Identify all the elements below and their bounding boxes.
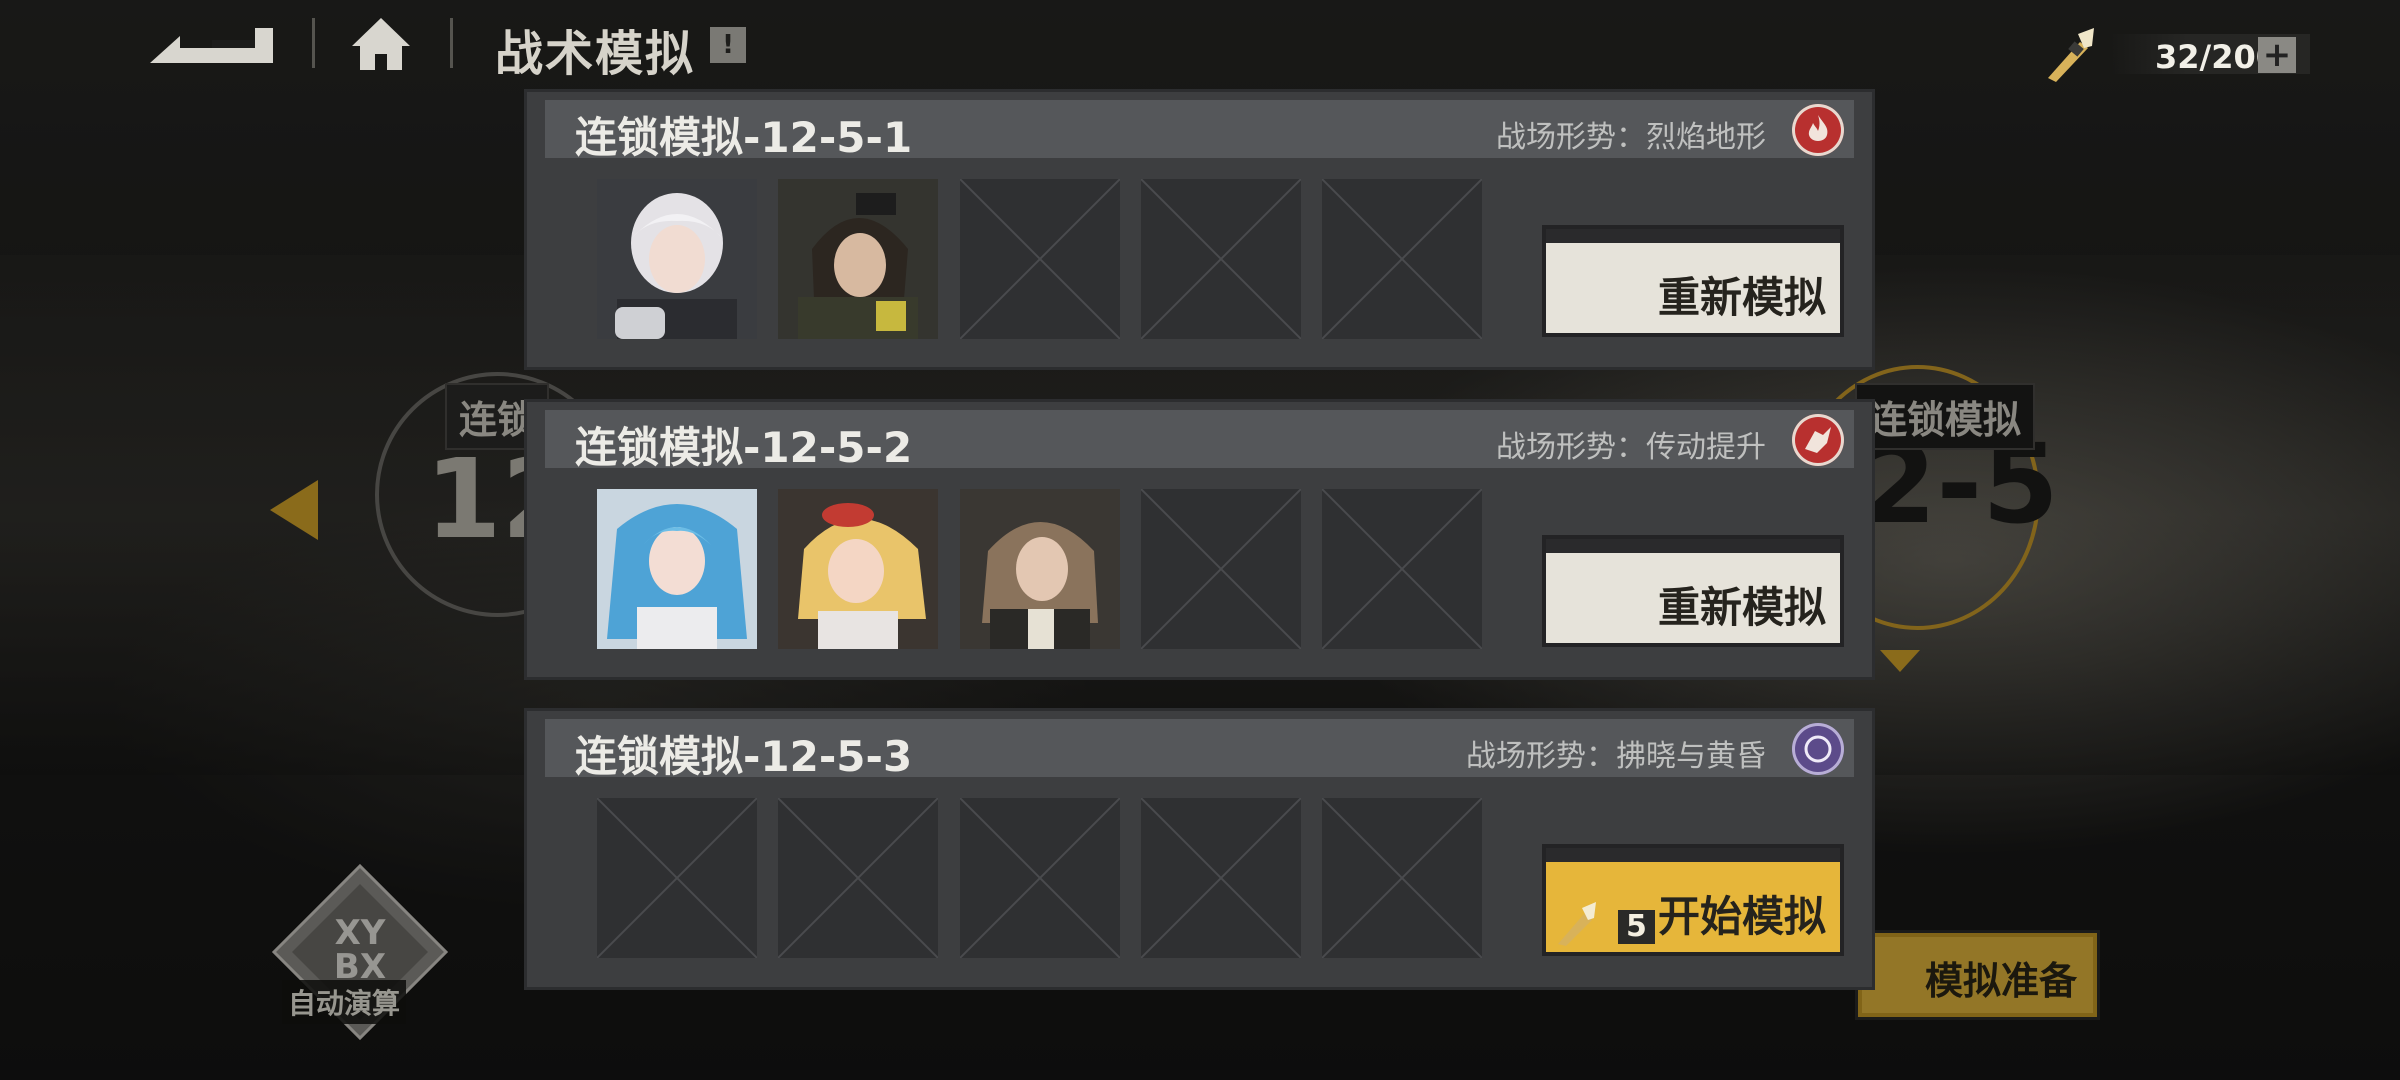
character-slot-white-hair[interactable] — [597, 179, 757, 339]
battlefield-condition: 战场形势：拂晓与黄昏 — [1466, 739, 1766, 774]
divider — [312, 18, 315, 68]
button-strip — [1546, 539, 1840, 553]
stamina-cost: 5 — [1618, 910, 1655, 944]
card-title: 连锁模拟-12-5-3 — [575, 732, 913, 781]
stamina-torch-icon — [2048, 28, 2094, 82]
back-arrow-icon[interactable] — [150, 18, 275, 68]
button-strip — [1546, 229, 1840, 243]
stamina-resource: 32/200 + — [2040, 26, 2310, 82]
character-slot-brown-hair[interactable] — [960, 489, 1120, 649]
empty-slot[interactable] — [1141, 798, 1301, 958]
dawn-dusk-icon[interactable] — [1792, 723, 1844, 775]
empty-slot[interactable] — [1141, 179, 1301, 339]
page-title: 战术模拟 — [495, 26, 696, 82]
card-header: 连锁模拟-12-5-2 战场形势：传动提升 — [545, 410, 1854, 472]
top-bar: 战术模拟 ! 32/200 + — [0, 0, 2400, 90]
empty-slot[interactable] — [1322, 179, 1482, 339]
resimulate-button[interactable]: 重新模拟 — [1542, 225, 1844, 337]
empty-slot[interactable] — [778, 798, 938, 958]
resimulate-label: 重新模拟 — [1657, 273, 1826, 322]
simulation-card-1: 连锁模拟-12-5-1 战场形势：烈焰地形 重新模拟 — [527, 92, 1872, 367]
resimulate-label: 重新模拟 — [1657, 583, 1826, 632]
card-header: 连锁模拟-12-5-1 战场形势：烈焰地形 — [545, 100, 1854, 162]
card-title: 连锁模拟-12-5-1 — [575, 113, 913, 162]
gear-boost-icon[interactable] — [1792, 414, 1844, 466]
start-simulation-label: 开始模拟 — [1657, 892, 1826, 941]
add-stamina-button[interactable]: + — [2258, 37, 2296, 73]
character-slot-dark-hair[interactable] — [778, 179, 938, 339]
empty-slot[interactable] — [1322, 798, 1482, 958]
empty-slot[interactable] — [960, 179, 1120, 339]
divider — [450, 18, 453, 68]
character-slot-blonde-hair[interactable] — [778, 489, 938, 649]
simulation-card-2: 连锁模拟-12-5-2 战场形势：传动提升 重新模拟 — [527, 402, 1872, 677]
flame-icon[interactable] — [1792, 104, 1844, 156]
empty-slot[interactable] — [1141, 489, 1301, 649]
simulation-card-3: 连锁模拟-12-5-3 战场形势：拂晓与黄昏 5 开始模拟 — [527, 711, 1872, 987]
start-simulation-button[interactable]: 5 开始模拟 — [1542, 844, 1844, 956]
home-icon[interactable] — [350, 16, 412, 72]
character-slot-blue-hair[interactable] — [597, 489, 757, 649]
empty-slot[interactable] — [960, 798, 1120, 958]
card-title: 连锁模拟-12-5-2 — [575, 423, 913, 472]
info-button[interactable]: ! — [710, 27, 746, 63]
button-strip — [1546, 848, 1840, 862]
resimulate-button[interactable]: 重新模拟 — [1542, 535, 1844, 647]
battlefield-condition: 战场形势：烈焰地形 — [1496, 120, 1766, 155]
empty-slot[interactable] — [597, 798, 757, 958]
card-header: 连锁模拟-12-5-3 战场形势：拂晓与黄昏 — [545, 719, 1854, 781]
battlefield-condition: 战场形势：传动提升 — [1496, 430, 1766, 465]
empty-slot[interactable] — [1322, 489, 1482, 649]
